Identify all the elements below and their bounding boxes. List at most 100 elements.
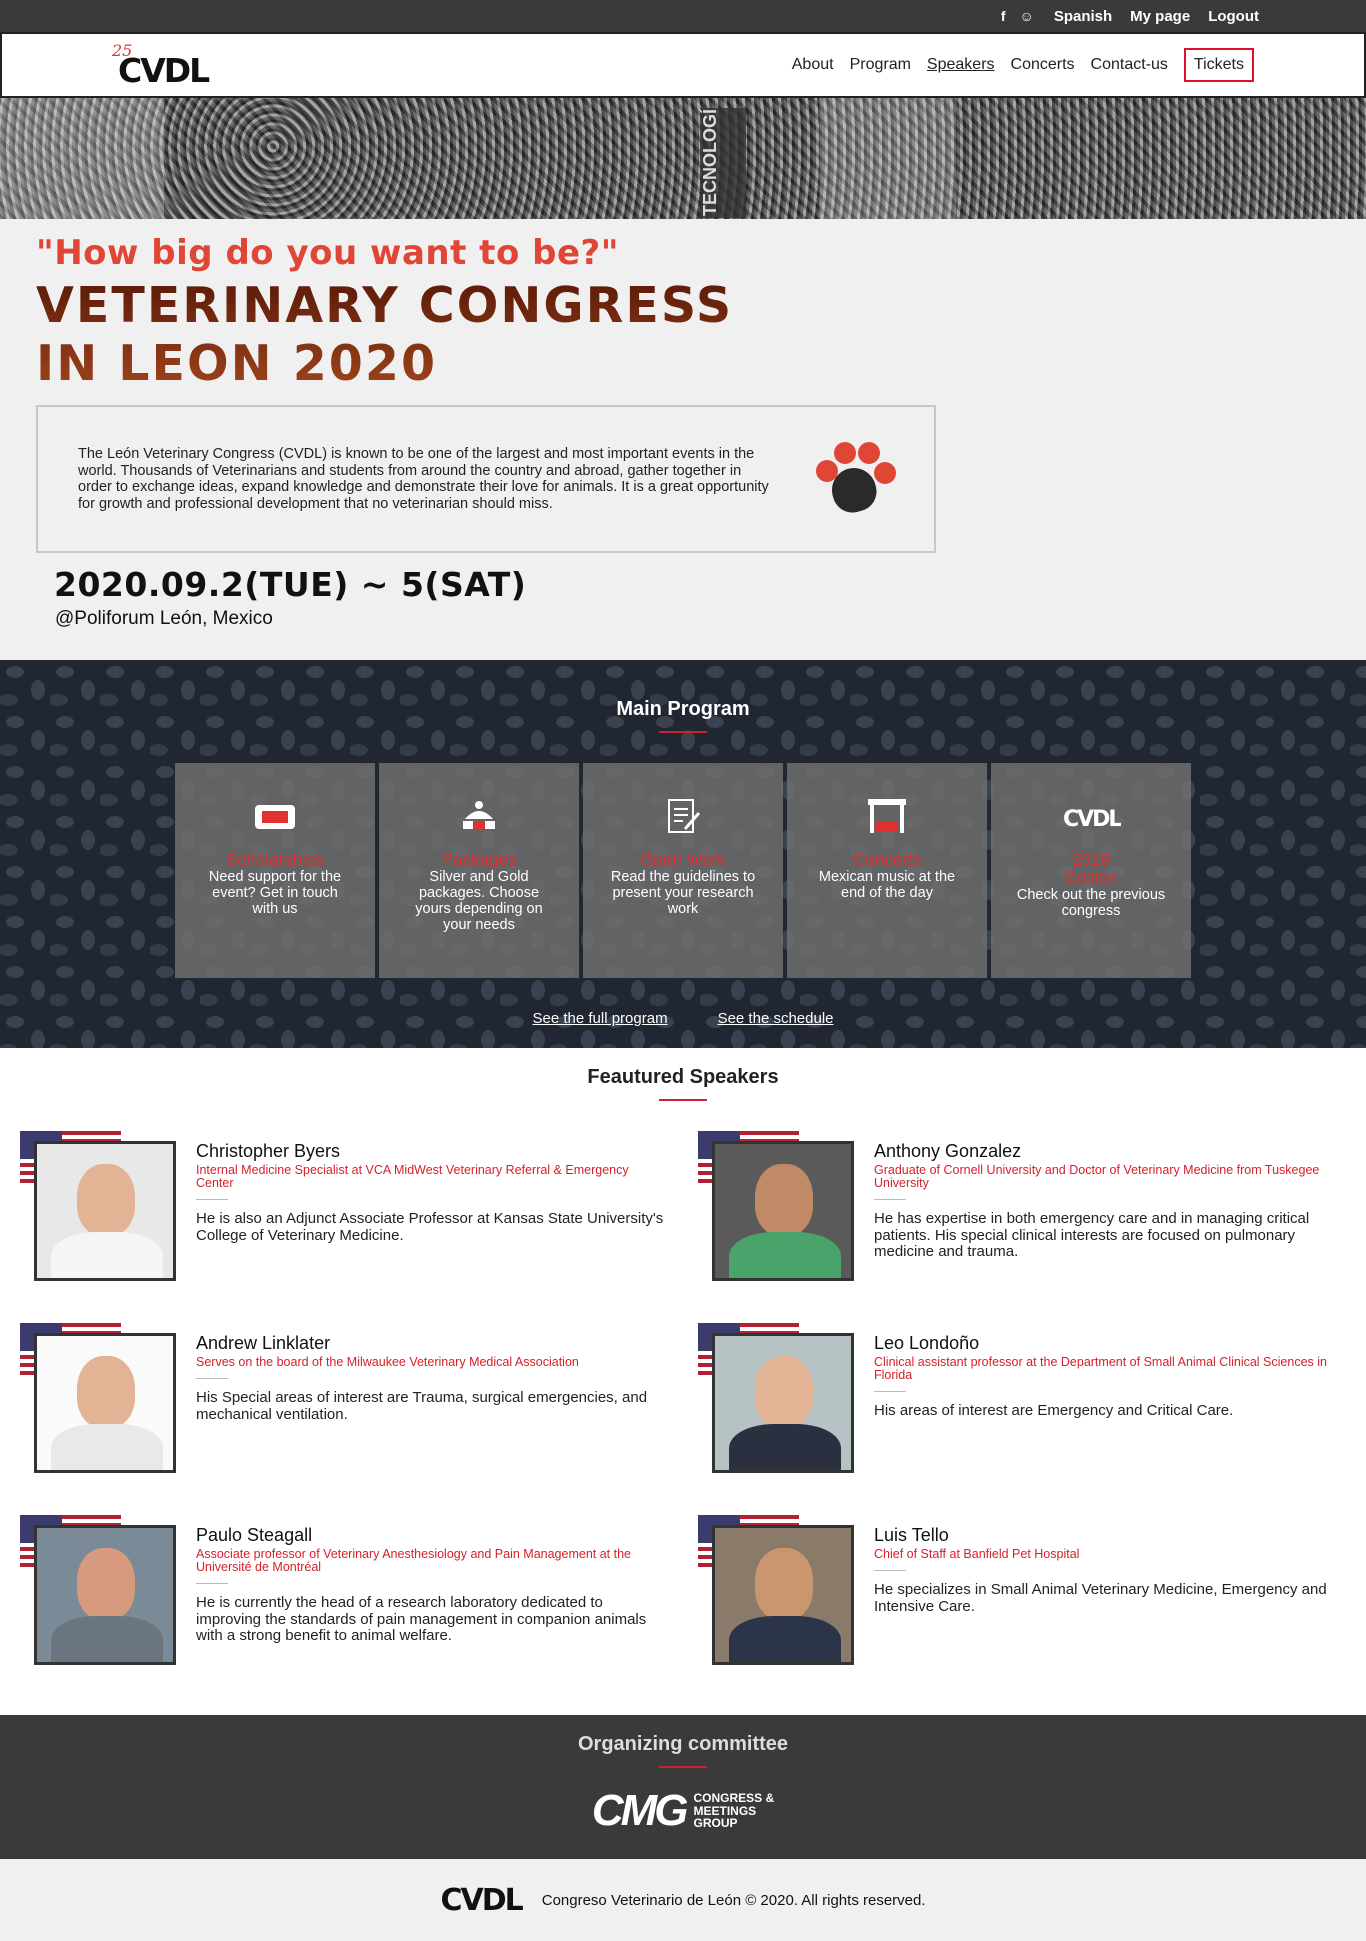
speaker-name: Andrew Linklater xyxy=(196,1333,331,1353)
card-title: Concerts xyxy=(852,850,922,869)
cmg-logo-text: CONGRESS & MEETINGS GROUP xyxy=(693,1792,774,1830)
program-card-2019-edition[interactable]: CVDL 2019 Edition Check out the previous… xyxy=(991,763,1191,978)
speaker-bio: He has expertise in both emergency care … xyxy=(874,1210,1310,1260)
program-card-concerts[interactable]: Concerts Mexican music at the end of the… xyxy=(787,763,987,978)
hero-crowd-photo: TECNOLOGÍ xyxy=(0,98,1366,219)
hero-title: VETERINARY CONGRESS IN LEON 2020 xyxy=(36,277,1330,393)
speaker-name: Luis Tello xyxy=(874,1525,949,1545)
card-text: Check out the previous congress xyxy=(1016,887,1166,919)
speaker-name: Christopher Byers xyxy=(196,1141,341,1161)
program-card-open-work[interactable]: Open Work Read the guidelines to present… xyxy=(583,763,783,978)
copyright-text: Congreso Veterinario de León © 2020. All… xyxy=(541,1891,926,1909)
main-program-section: Main Program Scholarships Need support f… xyxy=(0,660,1366,1048)
program-links: See the full program See the schedule xyxy=(0,1010,1366,1027)
speaker-bio: He is also an Adjunct Associate Professo… xyxy=(196,1210,664,1244)
package-icon xyxy=(379,797,579,837)
user-icon[interactable]: ☺ xyxy=(1020,8,1034,24)
program-card-scholarships[interactable]: Scholarships Need support for the event?… xyxy=(175,763,375,978)
event-date: 2020.09.2(TUE) ~ 5(SAT) xyxy=(54,565,527,604)
about-box: The León Veterinary Congress (CVDL) is k… xyxy=(36,405,936,553)
hero-title-line2: IN LEON 2020 xyxy=(36,335,438,392)
card-title: Open Work xyxy=(640,850,726,869)
organizing-committee-section: Organizing committee CMG CONGRESS & MEET… xyxy=(0,1715,1366,1859)
speaker-photo xyxy=(34,1333,176,1473)
divider xyxy=(874,1570,906,1571)
card-title: Packages xyxy=(441,850,517,869)
speaker-bio: His Special areas of interest are Trauma… xyxy=(196,1389,648,1423)
speaker-photo xyxy=(712,1333,854,1473)
speaker-photo-frame xyxy=(20,1515,176,1665)
nav-speakers[interactable]: Speakers xyxy=(927,50,995,80)
divider xyxy=(196,1378,228,1379)
speaker-name: Paulo Steagall xyxy=(196,1525,313,1545)
footer-logo: CVDL xyxy=(440,1882,523,1918)
about-text: The León Veterinary Congress (CVDL) is k… xyxy=(78,446,769,512)
speaker-info: Andrew Linklater Serves on the board of … xyxy=(196,1323,666,1473)
speaker-photo-frame xyxy=(20,1131,176,1281)
speaker-card: Leo Londoño Clinical assistant professor… xyxy=(698,1323,1346,1473)
speaker-info: Luis Tello Chief of Staff at Banfield Pe… xyxy=(874,1515,1344,1665)
heading-divider xyxy=(659,731,707,733)
speaker-card: Paulo Steagall Associate professor of Ve… xyxy=(20,1515,668,1665)
hero-photo-sign: TECNOLOGÍ xyxy=(700,108,746,218)
event-venue: @Poliforum León, Mexico xyxy=(55,608,273,629)
cmg-logo-line: GROUP xyxy=(693,1816,738,1831)
speaker-card: Christopher Byers Internal Medicine Spec… xyxy=(20,1131,668,1281)
divider xyxy=(196,1583,228,1584)
hero-title-line1: VETERINARY CONGRESS xyxy=(36,277,734,334)
divider xyxy=(196,1199,228,1200)
my-page-link[interactable]: My page xyxy=(1130,8,1190,25)
card-text: Read the guidelines to present your rese… xyxy=(610,869,756,917)
heading-divider xyxy=(659,1766,707,1768)
speaker-role: Associate professor of Veterinary Anesth… xyxy=(196,1547,631,1574)
speaker-card: Andrew Linklater Serves on the board of … xyxy=(20,1323,668,1473)
nav-program[interactable]: Program xyxy=(850,50,911,80)
nav-about[interactable]: About xyxy=(792,50,834,80)
speaker-card: Anthony Gonzalez Graduate of Cornell Uni… xyxy=(698,1131,1346,1281)
featured-speakers-section: Feautured Speakers Christopher Byers Int… xyxy=(0,1048,1366,1715)
full-program-link[interactable]: See the full program xyxy=(533,1010,668,1027)
cmg-logo[interactable]: CMG CONGRESS & MEETINGS GROUP xyxy=(0,1786,1366,1836)
nav-contact[interactable]: Contact-us xyxy=(1091,50,1168,80)
card-text: Mexican music at the end of the day xyxy=(818,869,956,901)
facebook-icon[interactable]: f xyxy=(1001,8,1006,24)
speaker-photo-frame xyxy=(698,1323,854,1473)
speaker-name: Anthony Gonzalez xyxy=(874,1141,1022,1161)
speaker-info: Christopher Byers Internal Medicine Spec… xyxy=(196,1131,666,1281)
logout-link[interactable]: Logout xyxy=(1208,8,1259,25)
cvdl-logo-icon: CVDL xyxy=(991,797,1191,837)
ticket-icon xyxy=(175,797,375,837)
hero-quote: "How big do you want to be?" xyxy=(36,233,619,273)
nav-tickets-button[interactable]: Tickets xyxy=(1183,48,1254,82)
cmg-logo-mark: CMG xyxy=(591,1786,689,1835)
speakers-heading: Feautured Speakers xyxy=(587,1066,779,1088)
speaker-photo xyxy=(34,1141,176,1281)
card-text: Need support for the event? Get in touch… xyxy=(208,869,342,917)
svg-text:CVDL: CVDL xyxy=(1063,807,1121,832)
speaker-info: Paulo Steagall Associate professor of Ve… xyxy=(196,1515,666,1665)
committee-heading: Organizing committee xyxy=(577,1733,789,1755)
card-title: 2019 Edition xyxy=(1065,850,1117,887)
nav-concerts[interactable]: Concerts xyxy=(1011,50,1075,80)
document-edit-icon xyxy=(583,797,783,837)
language-link[interactable]: Spanish xyxy=(1054,8,1112,25)
footer: CVDL Congreso Veterinario de León © 2020… xyxy=(0,1859,1366,1941)
divider xyxy=(874,1199,906,1200)
speaker-photo xyxy=(712,1141,854,1281)
nav-menu: About Program Speakers Concerts Contact-… xyxy=(792,48,1254,82)
speaker-info: Leo Londoño Clinical assistant professor… xyxy=(874,1323,1344,1473)
cmg-logo-line: CONGRESS & xyxy=(693,1791,775,1806)
speaker-photo-frame xyxy=(698,1515,854,1665)
social-links: f ☺ xyxy=(1001,8,1034,24)
site-logo[interactable]: 25 CVDL xyxy=(112,41,210,90)
stage-icon xyxy=(787,797,987,837)
speaker-role: Graduate of Cornell University and Docto… xyxy=(874,1163,1320,1190)
schedule-link[interactable]: See the schedule xyxy=(718,1010,834,1027)
card-text: Silver and Gold packages. Choose yours d… xyxy=(415,869,543,933)
program-card-packages[interactable]: Packages Silver and Gold packages. Choos… xyxy=(379,763,579,978)
hero-section: "How big do you want to be?" VETERINARY … xyxy=(0,219,1366,660)
speaker-grid: Christopher Byers Internal Medicine Spec… xyxy=(0,1101,1366,1665)
speaker-photo-frame xyxy=(698,1131,854,1281)
speaker-name: Leo Londoño xyxy=(874,1333,980,1353)
program-heading: Main Program xyxy=(616,698,750,720)
